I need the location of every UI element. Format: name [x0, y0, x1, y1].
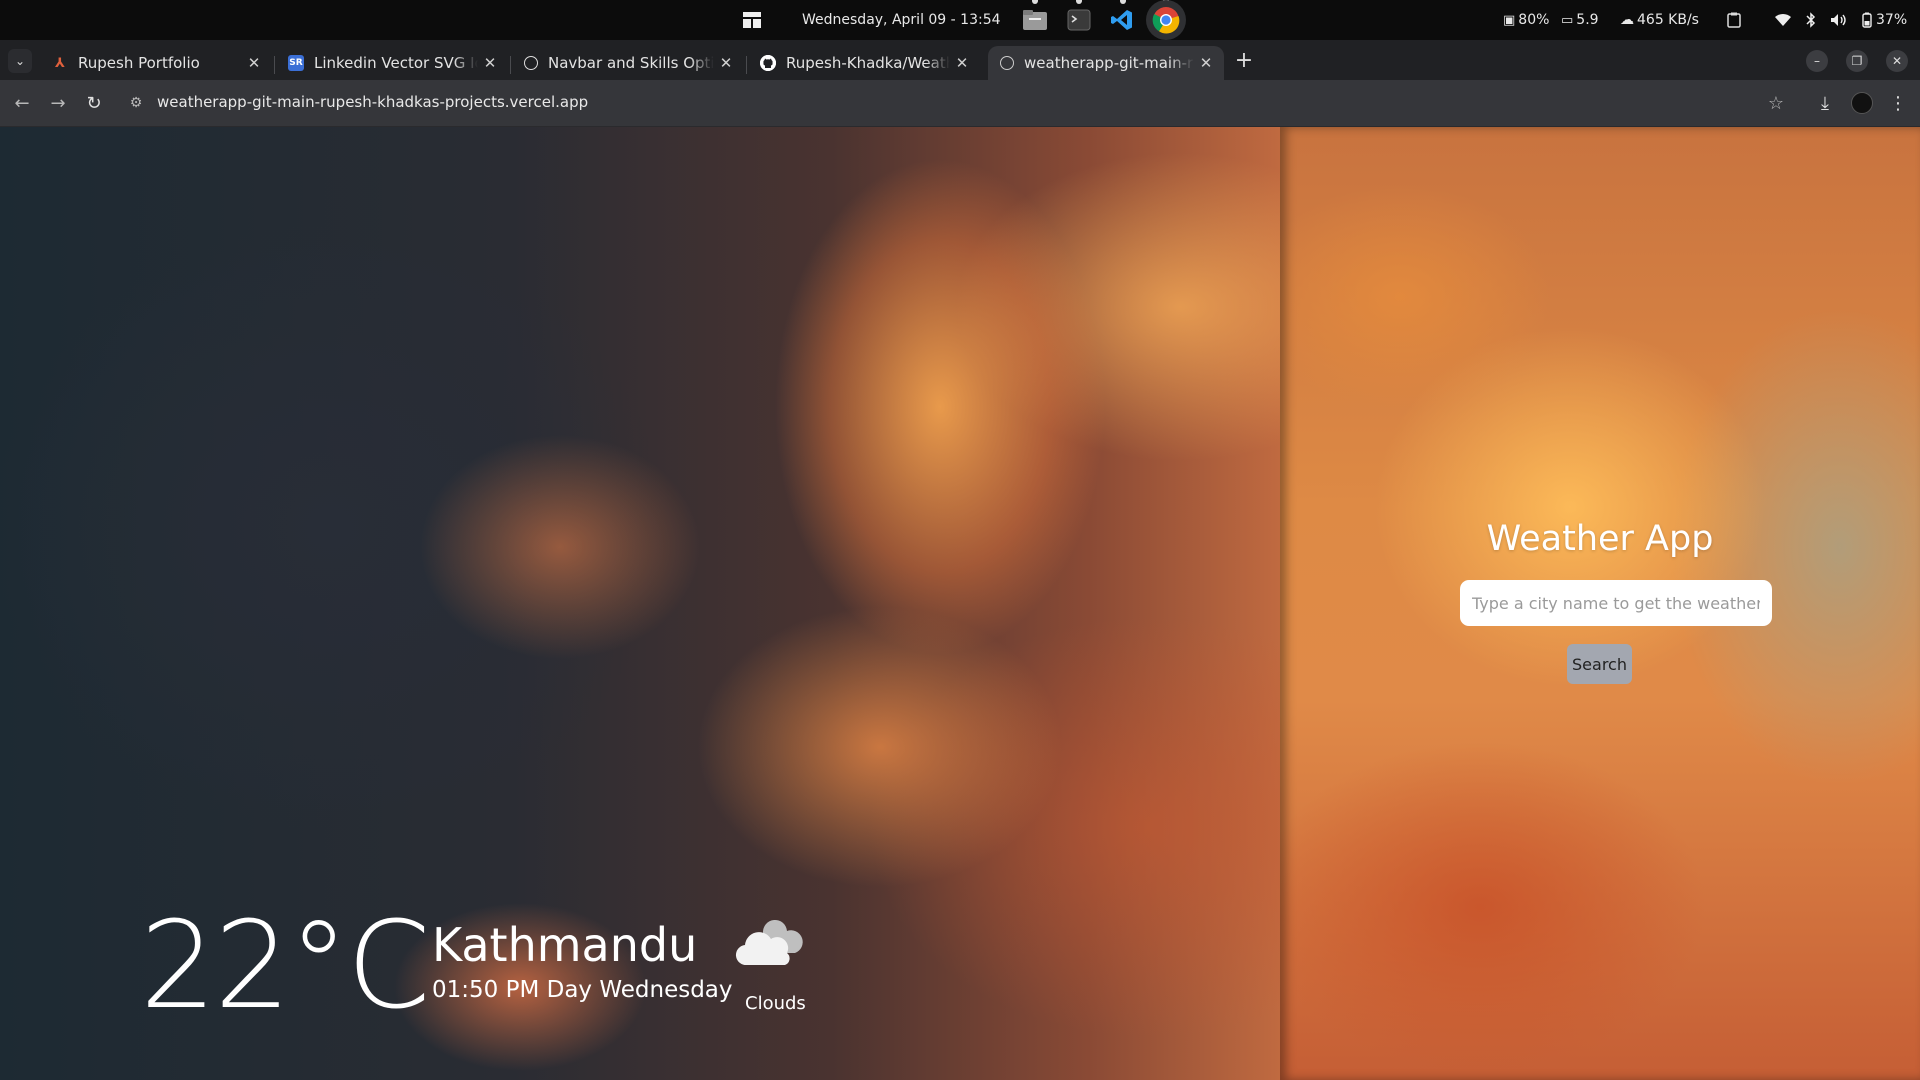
tab-rupesh-portfolio[interactable]: ⅄ Rupesh Portfolio ✕	[40, 46, 272, 80]
battery-value: 37%	[1876, 12, 1908, 28]
close-tab-icon[interactable]: ✕	[714, 54, 738, 72]
tab-title: Rupesh-Khadka/Weather	[786, 54, 950, 72]
address-bar[interactable]: weatherapp-git-main-rupesh-khadkas-proje…	[157, 93, 588, 111]
download-icon[interactable]: ⤓	[1813, 91, 1837, 115]
tab-divider	[746, 56, 747, 74]
clipboard-icon[interactable]	[1727, 0, 1741, 40]
wifi-icon[interactable]	[1774, 0, 1792, 40]
temperature: 22°C	[140, 897, 430, 1036]
forward-icon[interactable]: →	[46, 91, 70, 115]
tab-title: Linkedin Vector SVG Icon	[314, 54, 478, 72]
new-tab-button[interactable]: +	[1232, 48, 1256, 73]
browser-toolbar: ← → ↻ ⚙ weatherapp-git-main-rupesh-khadk…	[0, 80, 1920, 127]
tab-navbar-skills[interactable]: Navbar and Skills Optimiz ✕	[512, 46, 744, 80]
menu-kebab-icon[interactable]: ⋮	[1886, 91, 1910, 115]
load-value: 5.9	[1576, 12, 1599, 28]
tab-title: weatherapp-git-main-rup	[1024, 54, 1194, 72]
network-indicator[interactable]: ☁ 465 KB/s	[1620, 0, 1699, 40]
city-search-input[interactable]	[1460, 580, 1772, 626]
close-tab-icon[interactable]: ✕	[950, 54, 974, 72]
reload-icon[interactable]: ↻	[82, 91, 106, 115]
tab-title: Rupesh Portfolio	[78, 54, 200, 72]
app-title: Weather App	[1486, 519, 1714, 559]
city-name: Kathmandu	[432, 918, 698, 972]
cloud-icon	[735, 919, 803, 966]
load-indicator[interactable]: ▭ 5.9	[1561, 0, 1599, 40]
close-tab-icon[interactable]: ✕	[478, 54, 502, 72]
github-icon	[760, 55, 776, 71]
vercel-globe-icon	[1000, 56, 1014, 70]
weather-condition: Clouds	[745, 993, 806, 1014]
monitor-icon: ▭	[1561, 12, 1574, 28]
bluetooth-icon[interactable]	[1806, 0, 1816, 40]
minimize-window-icon[interactable]: –	[1806, 50, 1828, 72]
vscode-icon[interactable]	[1110, 0, 1134, 40]
bookmark-star-icon[interactable]: ☆	[1764, 91, 1788, 115]
layout-icon[interactable]	[742, 0, 762, 40]
close-tab-icon[interactable]: ✕	[242, 54, 266, 72]
tab-title: Navbar and Skills Optimiz	[548, 54, 714, 72]
battery-indicator[interactable]: 37%	[1862, 0, 1907, 40]
system-top-bar: Wednesday, April 09 - 13:54 ▣ 80% ▭ 5.9 ☁ 4…	[0, 0, 1920, 40]
back-icon[interactable]: ←	[10, 91, 34, 115]
openai-icon	[524, 56, 538, 70]
tab-search-chevron-icon[interactable]: ⌄	[8, 49, 32, 73]
tab-weatherapp-active[interactable]: weatherapp-git-main-rup ✕	[988, 46, 1224, 80]
tab-github-weather[interactable]: Rupesh-Khadka/Weather ✕	[748, 46, 980, 80]
profile-avatar[interactable]	[1850, 91, 1874, 115]
portfolio-icon: ⅄	[55, 55, 65, 71]
battery-icon	[1862, 12, 1872, 28]
terminal-icon[interactable]	[1067, 0, 1091, 40]
cpu-icon: ▣	[1503, 12, 1516, 28]
local-datetime: 01:50 PM Day Wednesday	[432, 977, 733, 1003]
cpu-indicator[interactable]: ▣ 80%	[1503, 0, 1549, 40]
tab-divider	[510, 56, 511, 74]
svgrepo-icon: SR	[288, 55, 304, 71]
search-button[interactable]: Search	[1567, 644, 1632, 684]
cloud-upload-icon: ☁	[1620, 12, 1634, 28]
browser-tab-strip: ⌄ ⅄ Rupesh Portfolio ✕ SR Linkedin Vecto…	[0, 40, 1920, 80]
tab-divider	[274, 56, 275, 74]
clock-datetime[interactable]: Wednesday, April 09 - 13:54	[802, 0, 1001, 40]
close-tab-icon[interactable]: ✕	[1194, 54, 1218, 72]
restore-window-icon[interactable]: ❐	[1846, 50, 1868, 72]
volume-icon[interactable]	[1830, 0, 1848, 40]
network-value: 465 KB/s	[1637, 12, 1699, 28]
chrome-icon[interactable]	[1146, 0, 1186, 40]
cpu-value: 80%	[1518, 12, 1550, 28]
files-icon[interactable]	[1022, 0, 1048, 40]
close-window-icon[interactable]: ✕	[1886, 50, 1908, 72]
site-info-icon[interactable]: ⚙	[124, 91, 148, 115]
page-viewport: Weather App Search 22°C Kathmandu 01:50 …	[0, 127, 1920, 1080]
search-panel: Weather App Search	[1280, 127, 1920, 1080]
tab-linkedin-svg[interactable]: SR Linkedin Vector SVG Icon ✕	[276, 46, 508, 80]
